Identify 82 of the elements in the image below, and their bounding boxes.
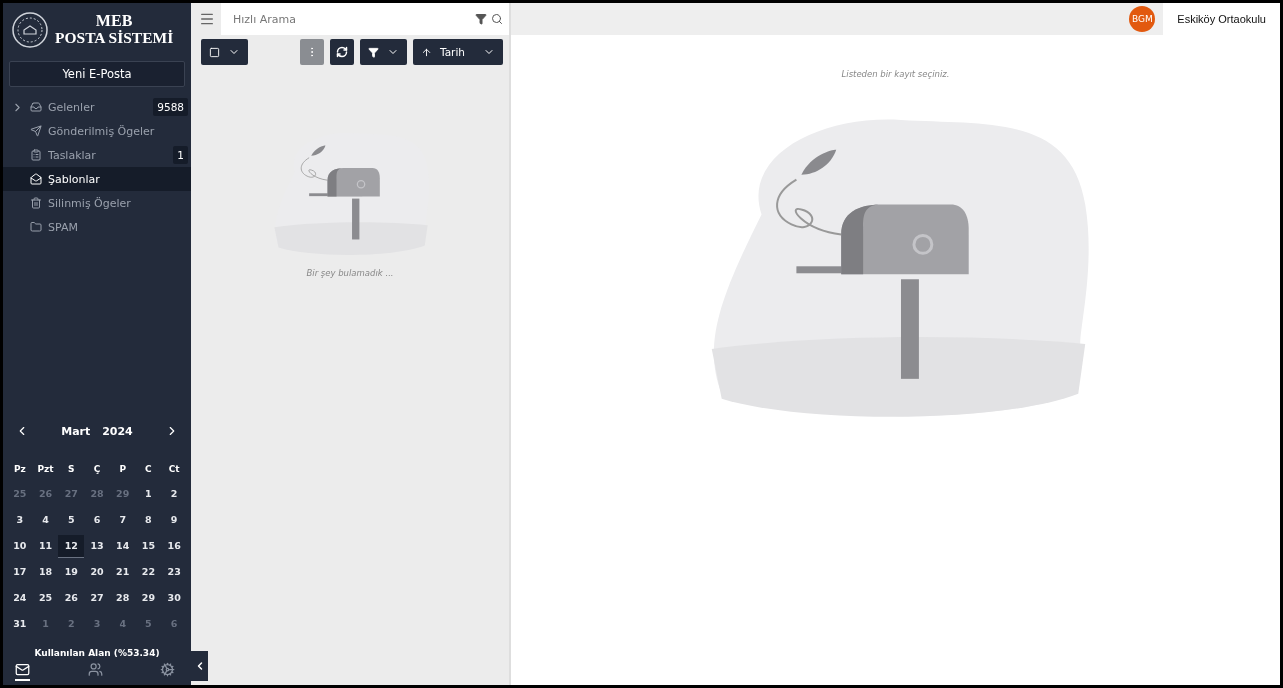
calendar-day[interactable]: 22 [135,561,162,584]
calendar-day[interactable]: 16 [161,535,187,558]
calendar-day[interactable]: 10 [7,535,33,558]
folder-icon [30,221,42,233]
preview-message: Listeden bir kayıt seçiniz. [841,69,950,79]
calendar-day[interactable]: 29 [135,587,162,610]
calendar-title: Mart 2024 [61,424,133,438]
folder-label: Taslaklar [48,148,97,162]
calendar-day[interactable]: 18 [32,561,59,584]
folder-label: SPAM [48,220,79,234]
folder-label: Gelenler [48,100,96,114]
calendar-day[interactable]: 13 [84,535,110,558]
calendar-day[interactable]: 26 [58,587,85,610]
emblem-icon [11,11,49,49]
folder-item[interactable]: Silinmiş Ögeler [3,191,191,215]
collapse-button[interactable] [191,651,208,681]
search-icon[interactable] [491,13,503,25]
user-name: Eskiköy Ortaokulu [1163,3,1280,35]
folder-label: Şablonlar [48,172,101,186]
calendar-day[interactable]: 19 [58,561,85,584]
search-field[interactable]: Hızlı Arama [221,3,509,35]
calendar-day[interactable]: 11 [32,535,59,558]
trash-icon [30,197,42,209]
calendar-day[interactable]: 14 [109,535,136,558]
logo-subtitle: POSTA SİSTEMİ [55,30,174,47]
calendar-day[interactable]: 28 [109,587,136,610]
empty-list-message: Bir şey bulamadık ... [306,267,394,278]
clipboard-icon [30,149,42,161]
weekday-label: Pz [12,463,27,476]
calendar-day[interactable]: 8 [135,509,162,532]
search-input[interactable]: Hızlı Arama [231,11,471,27]
send-icon [30,125,42,137]
calendar-day[interactable]: 25 [32,587,59,610]
weekday-label: S [67,463,76,476]
storage-usage: Kullanılan Alan (%53.34) [33,648,161,658]
calendar-day[interactable]: 5 [58,509,85,532]
folder-label: Gönderilmiş Ögeler [48,124,156,138]
folder-item[interactable]: SPAM [3,215,191,239]
open-envelope-icon [30,173,42,185]
calendar-day[interactable]: 21 [109,561,136,584]
inbox-icon [30,101,42,113]
calendar-day[interactable]: 27 [84,587,110,610]
new-mail-button[interactable]: Yeni E-Posta [9,61,185,87]
user-avatar[interactable]: BGM [1129,6,1156,32]
calendar-day[interactable]: 1 [135,483,162,506]
calendar-day[interactable]: 2 [161,483,187,506]
weekday-label: Pzt [36,463,55,476]
weekday-label: C [144,463,153,476]
select-all-button[interactable] [201,39,248,65]
logo-title: MEB [94,13,134,30]
calendar-day[interactable]: 17 [7,561,33,584]
filter-button[interactable] [360,39,407,65]
filter-icon[interactable] [475,13,487,25]
folder-label: Silinmiş Ögeler [48,196,132,210]
folder-item[interactable]: Gönderilmiş Ögeler [3,119,191,143]
calendar-day[interactable]: 3 [7,509,33,532]
weekday-label: P [118,463,127,476]
calendar-day[interactable]: 9 [161,509,187,532]
count-badge: 1 [173,146,188,164]
calendar-day[interactable]: 6 [84,509,110,532]
folder-item[interactable]: Gelenler 9588 [3,95,191,119]
calendar-day[interactable]: 20 [84,561,110,584]
calendar-day[interactable]: 15 [135,535,162,558]
folder-item[interactable]: Şablonlar [3,167,191,191]
weekday-label: Ç [92,463,102,476]
calendar-day[interactable]: 31 [7,613,33,636]
refresh-icon [336,46,348,58]
checkbox-icon [209,46,220,58]
filter-icon [368,46,379,58]
calendar-day[interactable]: 4 [32,509,59,532]
calendar-day[interactable]: 30 [161,587,187,610]
calendar-day[interactable]: 24 [7,587,33,610]
calendar-day[interactable]: 23 [161,561,187,584]
arrow-up-icon [421,46,432,58]
refresh-button[interactable] [330,39,354,65]
weekday-label: Ct [167,463,181,476]
menu-icon[interactable] [199,11,215,27]
folder-item[interactable]: Taslaklar 1 [3,143,191,167]
calendar-day[interactable]: 12 [58,535,85,558]
calendar-day[interactable]: 7 [109,509,136,532]
count-badge: 9588 [153,98,188,116]
sort-button[interactable]: Tarih [413,39,503,65]
